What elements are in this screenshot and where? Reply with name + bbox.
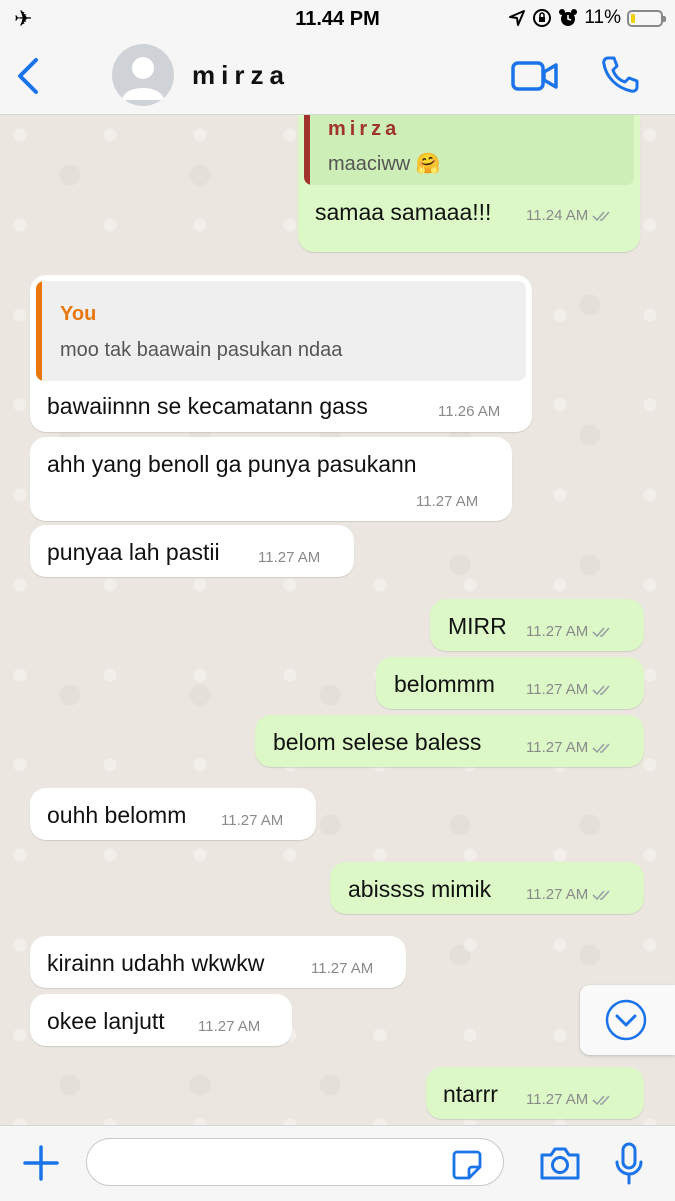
quote-text: moo tak baawain pasukan ndaa [60,339,343,361]
message-time: 11.27 AM [221,812,284,829]
quote-sender: mirza [328,118,401,140]
message-timestamp: 11.27 AM [526,886,589,903]
message-outgoing[interactable]: MIRR 11.27 AM [430,599,644,651]
message-time: 11.27 AM [526,1091,614,1108]
chevron-down-circle-icon [605,999,647,1041]
plus-icon[interactable] [22,1144,60,1182]
quote-bar [36,281,42,381]
message-text: MIRR [448,613,507,639]
message-outgoing[interactable]: abissss mimik 11.27 AM [330,862,644,914]
phone-call-icon[interactable] [600,54,640,96]
read-ticks-icon [592,627,610,638]
location-icon [509,10,526,26]
message-timestamp: 11.27 AM [526,681,589,698]
microphone-icon[interactable] [614,1142,644,1186]
message-timestamp: 11.24 AM [526,207,589,224]
read-ticks-icon [592,211,610,222]
read-ticks-icon [592,743,610,754]
chat-header: mirza [0,40,675,115]
message-text: belommm [394,671,495,697]
message-time: 11.27 AM [416,493,479,510]
read-ticks-icon [592,1095,610,1106]
message-time: 11.27 AM [526,886,614,903]
scroll-to-bottom-button[interactable] [580,985,675,1055]
message-time: 11.24 AM [526,207,614,224]
quoted-message[interactable]: mirza maaciww 🤗 [304,115,634,185]
message-outgoing[interactable]: belom selese baless 11.27 AM [255,715,644,767]
message-timestamp: 11.27 AM [526,623,589,640]
back-chevron-icon[interactable] [14,54,42,98]
message-incoming[interactable]: punyaa lah pastii 11.27 AM [30,525,354,577]
message-text: ntarrr [443,1081,498,1107]
video-call-icon[interactable] [510,58,560,94]
alarm-icon [559,9,578,26]
read-ticks-icon [592,685,610,696]
message-time: 11.27 AM [526,623,614,640]
message-incoming[interactable]: okee lanjutt 11.27 AM [30,994,292,1046]
read-ticks-icon [592,890,610,901]
contact-name[interactable]: mirza [192,60,290,91]
message-text: samaa samaaa!!! [315,199,492,225]
message-outgoing[interactable]: mirza maaciww 🤗 samaa samaaa!!! 11.24 AM [298,115,640,252]
message-text: punyaa lah pastii [47,539,220,565]
message-text: ahh yang benoll ga punya pasukann [47,451,417,477]
message-time: 11.27 AM [258,549,321,566]
message-text: kirainn udahh wkwkw [47,950,265,976]
message-timestamp: 11.27 AM [526,1091,589,1108]
quote-text: maaciww 🤗 [328,153,441,175]
message-outgoing[interactable]: ntarrr 11.27 AM [426,1067,644,1119]
chat-messages[interactable]: mirza maaciww 🤗 samaa samaaa!!! 11.24 AM… [0,115,675,1125]
message-time: 11.27 AM [198,1018,261,1035]
message-incoming[interactable]: ouhh belomm 11.27 AM [30,788,316,840]
battery-icon [627,9,666,27]
camera-icon[interactable] [538,1146,582,1182]
default-avatar-icon [122,57,164,100]
quote-bar [304,115,310,185]
message-timestamp: 11.27 AM [526,739,589,756]
battery-percent: 11% [584,7,621,28]
rotation-lock-icon [533,9,552,27]
status-bar: ✈ 11.44 PM 11% [0,0,675,40]
quote-sender: You [60,303,97,325]
message-outgoing[interactable]: belommm 11.27 AM [376,657,644,709]
contact-avatar[interactable] [112,44,174,106]
message-text: okee lanjutt [47,1008,165,1034]
message-time: 11.27 AM [526,681,614,698]
message-input[interactable] [86,1138,504,1186]
message-incoming[interactable]: ahh yang benoll ga punya pasukann 11.27 … [30,437,512,521]
sticker-icon[interactable] [451,1149,483,1181]
message-text: abissss mimik [348,876,492,902]
message-time: 11.26 AM [438,403,501,420]
message-text: belom selese baless [273,729,482,755]
message-time: 11.27 AM [311,960,374,977]
message-incoming[interactable]: kirainn udahh wkwkw 11.27 AM [30,936,406,988]
status-right: 11% [508,7,666,29]
message-text: ouhh belomm [47,802,187,828]
message-text: bawaiinnn se kecamatann gass [47,393,368,419]
quoted-message[interactable]: You moo tak baawain pasukan ndaa [36,281,526,381]
message-time: 11.27 AM [526,739,614,756]
message-incoming[interactable]: You moo tak baawain pasukan ndaa bawaiin… [30,275,532,432]
message-input-bar [0,1125,675,1201]
